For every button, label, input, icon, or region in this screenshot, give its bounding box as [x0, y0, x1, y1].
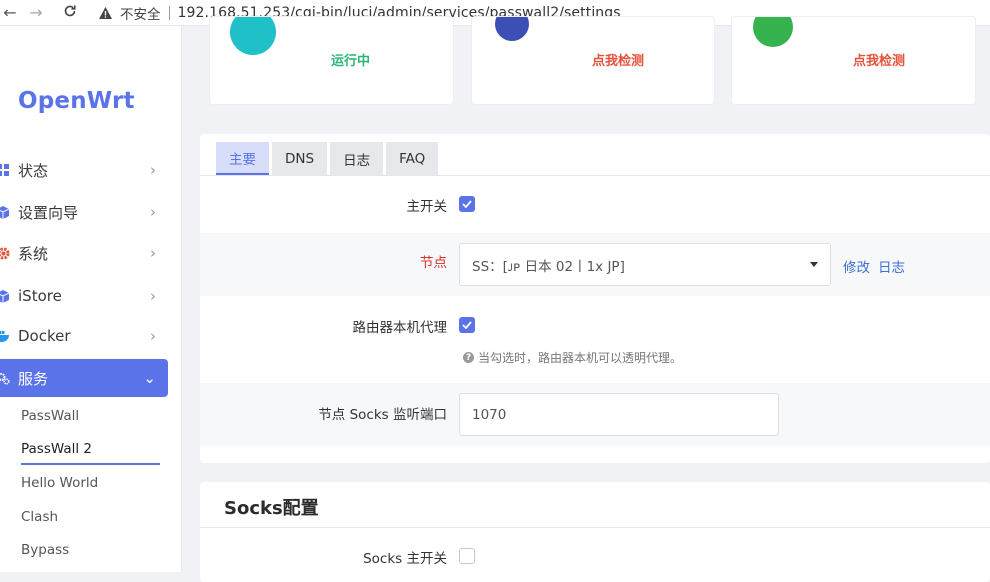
- router-proxy-hint-text: 当勾选时，路由器本机可以透明代理。: [478, 351, 683, 365]
- socks-switch-checkbox[interactable]: [459, 548, 475, 564]
- tab-bar: 主要 DNS 日志 FAQ: [216, 142, 441, 175]
- sidebar-item-label: 状态: [18, 161, 49, 180]
- router-proxy-row: 路由器本机代理 ? 当勾选时，路由器本机可以透明代理。: [200, 296, 990, 383]
- reload-icon[interactable]: [60, 3, 80, 22]
- help-icon: ?: [463, 352, 474, 363]
- cube-icon: [0, 288, 10, 304]
- status-card-running: 运行中: [209, 16, 454, 105]
- main-switch-checkbox[interactable]: [459, 196, 475, 212]
- security-label: 不安全: [120, 6, 161, 23]
- chevron-right-icon: ›: [150, 327, 156, 345]
- status-circle-icon: [230, 17, 276, 55]
- sidebar-item-label: 设置向导: [18, 203, 79, 222]
- chevron-right-icon: ›: [150, 203, 156, 221]
- submenu-passwall2[interactable]: PassWall 2: [21, 441, 92, 457]
- status-circle-icon: [495, 17, 529, 41]
- node-select-value: SS：[ᴊᴘ 日本 02丨1x JP]: [472, 258, 625, 275]
- chevron-right-icon: ›: [150, 161, 156, 179]
- section-divider: [200, 527, 990, 528]
- dashboard-icon: [0, 162, 10, 178]
- tab-log[interactable]: 日志: [330, 142, 384, 175]
- tab-dns[interactable]: DNS: [272, 142, 328, 175]
- status-text: 运行中: [331, 54, 371, 69]
- status-card-check-2[interactable]: 点我检测: [731, 16, 976, 105]
- gears-icon: [0, 370, 10, 386]
- chevron-right-icon: ›: [150, 244, 156, 262]
- main-content: 运行中 点我检测 点我检测 主要 DNS 日志 FAQ 主开关 节点 SS：[ᴊ…: [182, 16, 990, 582]
- warning-icon: [98, 6, 114, 20]
- node-row: 节点 SS：[ᴊᴘ 日本 02丨1x JP] 修改 日志: [200, 233, 990, 296]
- node-select[interactable]: SS：[ᴊᴘ 日本 02丨1x JP]: [459, 243, 831, 286]
- router-proxy-label: 路由器本机代理: [352, 320, 448, 336]
- forward-arrow-icon[interactable]: →: [26, 3, 46, 22]
- openwrt-logo[interactable]: OpenWrt: [18, 88, 135, 114]
- sidebar-item-system[interactable]: 系统 ›: [0, 234, 168, 272]
- chevron-down-icon: ⌄: [143, 369, 156, 387]
- socks-switch-label: Socks 主开关: [363, 551, 447, 567]
- status-text[interactable]: 点我检测: [592, 50, 644, 69]
- cube-icon: [0, 204, 10, 220]
- main-switch-row: 主开关: [200, 176, 990, 233]
- sidebar-item-label: 系统: [18, 244, 49, 263]
- status-card-check-1[interactable]: 点我检测: [471, 16, 715, 105]
- sidebar-item-label: Docker: [18, 327, 71, 345]
- chevron-right-icon: ›: [150, 287, 156, 305]
- sidebar-item-label: 服务: [18, 369, 49, 388]
- sidebar-item-docker[interactable]: Docker ›: [0, 317, 168, 355]
- router-proxy-hint: ? 当勾选时，路由器本机可以透明代理。: [463, 349, 682, 366]
- submenu-hello-world[interactable]: Hello World: [21, 475, 98, 491]
- main-switch-label: 主开关: [406, 199, 448, 215]
- status-text[interactable]: 点我检测: [853, 50, 905, 69]
- tab-faq[interactable]: FAQ: [386, 142, 439, 175]
- sidebar: OpenWrt 状态 › 设置向导 › 系统 › iStore › Docker…: [0, 26, 182, 572]
- socks-port-input[interactable]: 1070: [459, 393, 779, 436]
- submenu-clash[interactable]: Clash: [21, 509, 58, 525]
- sidebar-item-wizard[interactable]: 设置向导 ›: [0, 193, 168, 231]
- node-label: 节点: [420, 255, 447, 271]
- settings-panel: 主要 DNS 日志 FAQ 主开关 节点 SS：[ᴊᴘ 日本 02丨1x JP]…: [200, 134, 990, 463]
- url-separator: [168, 5, 170, 20]
- tab-main[interactable]: 主要: [216, 142, 269, 175]
- socks-port-label: 节点 Socks 监听端口: [318, 407, 447, 423]
- active-submenu-indicator: [21, 463, 160, 465]
- submenu-passwall[interactable]: PassWall: [21, 408, 79, 424]
- router-proxy-checkbox[interactable]: [459, 317, 475, 333]
- sidebar-item-services[interactable]: 服务 ⌄: [0, 359, 168, 397]
- sidebar-item-label: iStore: [18, 287, 62, 305]
- submenu-bypass[interactable]: Bypass: [21, 542, 69, 558]
- back-arrow-icon[interactable]: ←: [0, 3, 20, 22]
- gear-icon: [0, 245, 10, 261]
- node-log-link[interactable]: 日志: [878, 256, 905, 276]
- sidebar-item-status[interactable]: 状态 ›: [0, 151, 168, 189]
- socks-port-row: 节点 Socks 监听端口 1070: [200, 383, 990, 446]
- socks-config-panel: Socks配置 Socks 主开关: [200, 482, 990, 582]
- caret-down-icon: [810, 262, 818, 267]
- edit-node-link[interactable]: 修改: [843, 256, 870, 276]
- status-circle-icon: [753, 17, 793, 47]
- socks-config-title: Socks配置: [224, 498, 319, 519]
- sidebar-item-istore[interactable]: iStore ›: [0, 277, 168, 315]
- docker-icon: [0, 328, 10, 344]
